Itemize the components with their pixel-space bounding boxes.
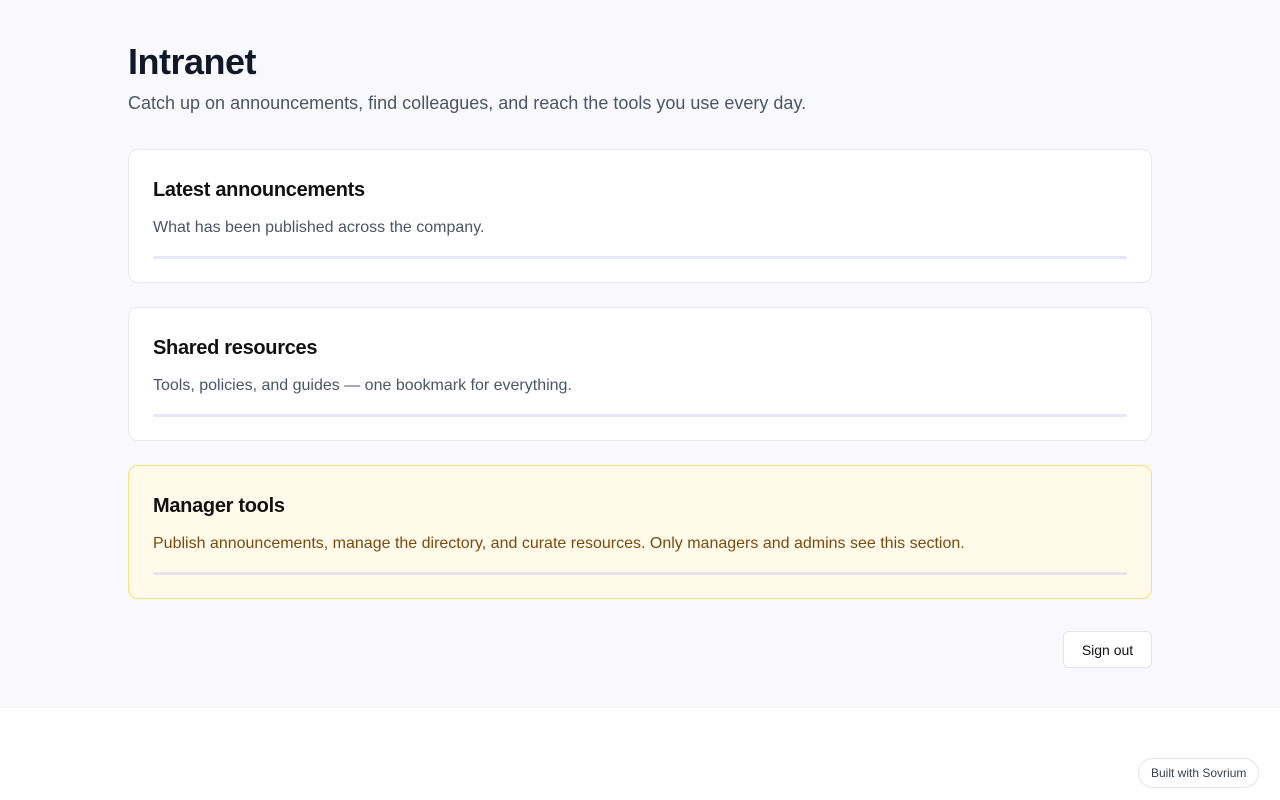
page-title: Intranet [128,41,257,82]
announcements-card: Latest announcements What has been publi… [128,149,1152,283]
resources-divider [153,414,1127,417]
built-with-badge[interactable]: Built with Sovrium [1138,758,1260,788]
manager-tools-description: Publish announcements, manage the direct… [153,535,965,552]
announcements-title: Latest announcements [153,179,365,201]
announcements-divider [153,256,1127,259]
page-subtitle: Catch up on announcements, find colleagu… [128,93,807,113]
sign-out-button[interactable]: Sign out [1063,631,1152,668]
manager-tools-divider [153,572,1127,575]
manager-tools-card: Manager tools Publish announcements, man… [128,465,1152,599]
announcements-description: What has been published across the compa… [153,219,485,236]
manager-tools-title: Manager tools [153,495,285,517]
resources-card: Shared resources Tools, policies, and gu… [128,307,1152,441]
page-background: Intranet Catch up on announcements, find… [0,0,1280,708]
resources-title: Shared resources [153,337,318,359]
resources-description: Tools, policies, and guides — one bookma… [153,377,572,394]
